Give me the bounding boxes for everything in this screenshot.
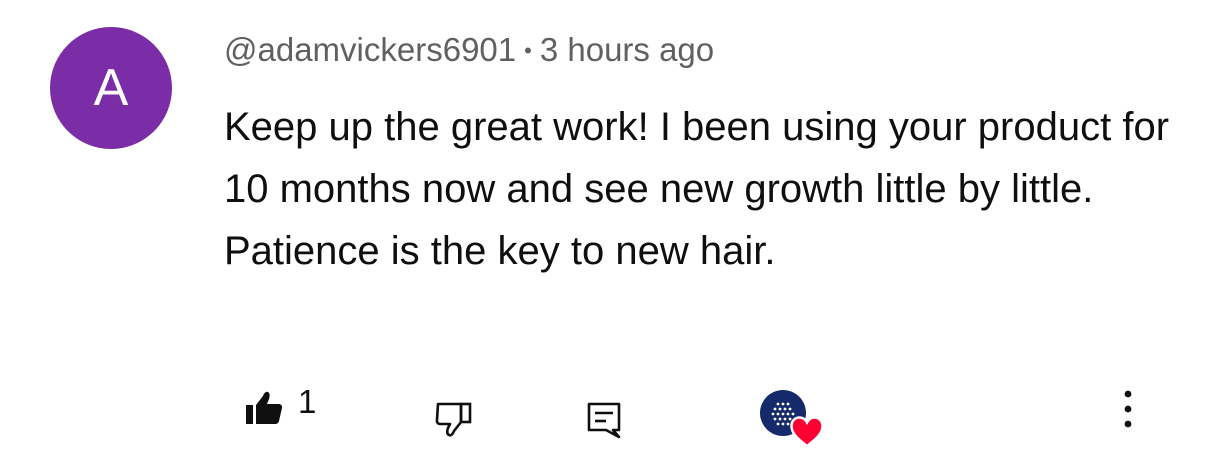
- reply-button[interactable]: [584, 400, 624, 440]
- creator-heart-badge: [760, 390, 826, 450]
- author-avatar[interactable]: A: [50, 27, 172, 149]
- more-options-button[interactable]: [1110, 386, 1146, 432]
- like-button[interactable]: 1: [244, 383, 316, 428]
- meta-separator: •: [524, 38, 532, 63]
- comment-actions: 1: [0, 380, 1206, 450]
- avatar-letter: A: [93, 59, 129, 117]
- reply-icon: [584, 400, 624, 440]
- dislike-button[interactable]: [434, 400, 474, 440]
- heart-icon: [790, 416, 824, 448]
- comment-meta: @adamvickers6901 • 3 hours ago: [224, 30, 714, 74]
- thumbs-down-icon: [434, 400, 474, 440]
- comment-timestamp[interactable]: 3 hours ago: [540, 31, 714, 68]
- comment-text: Keep up the great work! I been using you…: [224, 105, 1170, 273]
- like-count: 1: [298, 383, 317, 420]
- more-vertical-icon: [1110, 386, 1146, 432]
- thumbs-up-icon: [244, 388, 284, 428]
- author-handle[interactable]: @adamvickers6901: [224, 31, 516, 68]
